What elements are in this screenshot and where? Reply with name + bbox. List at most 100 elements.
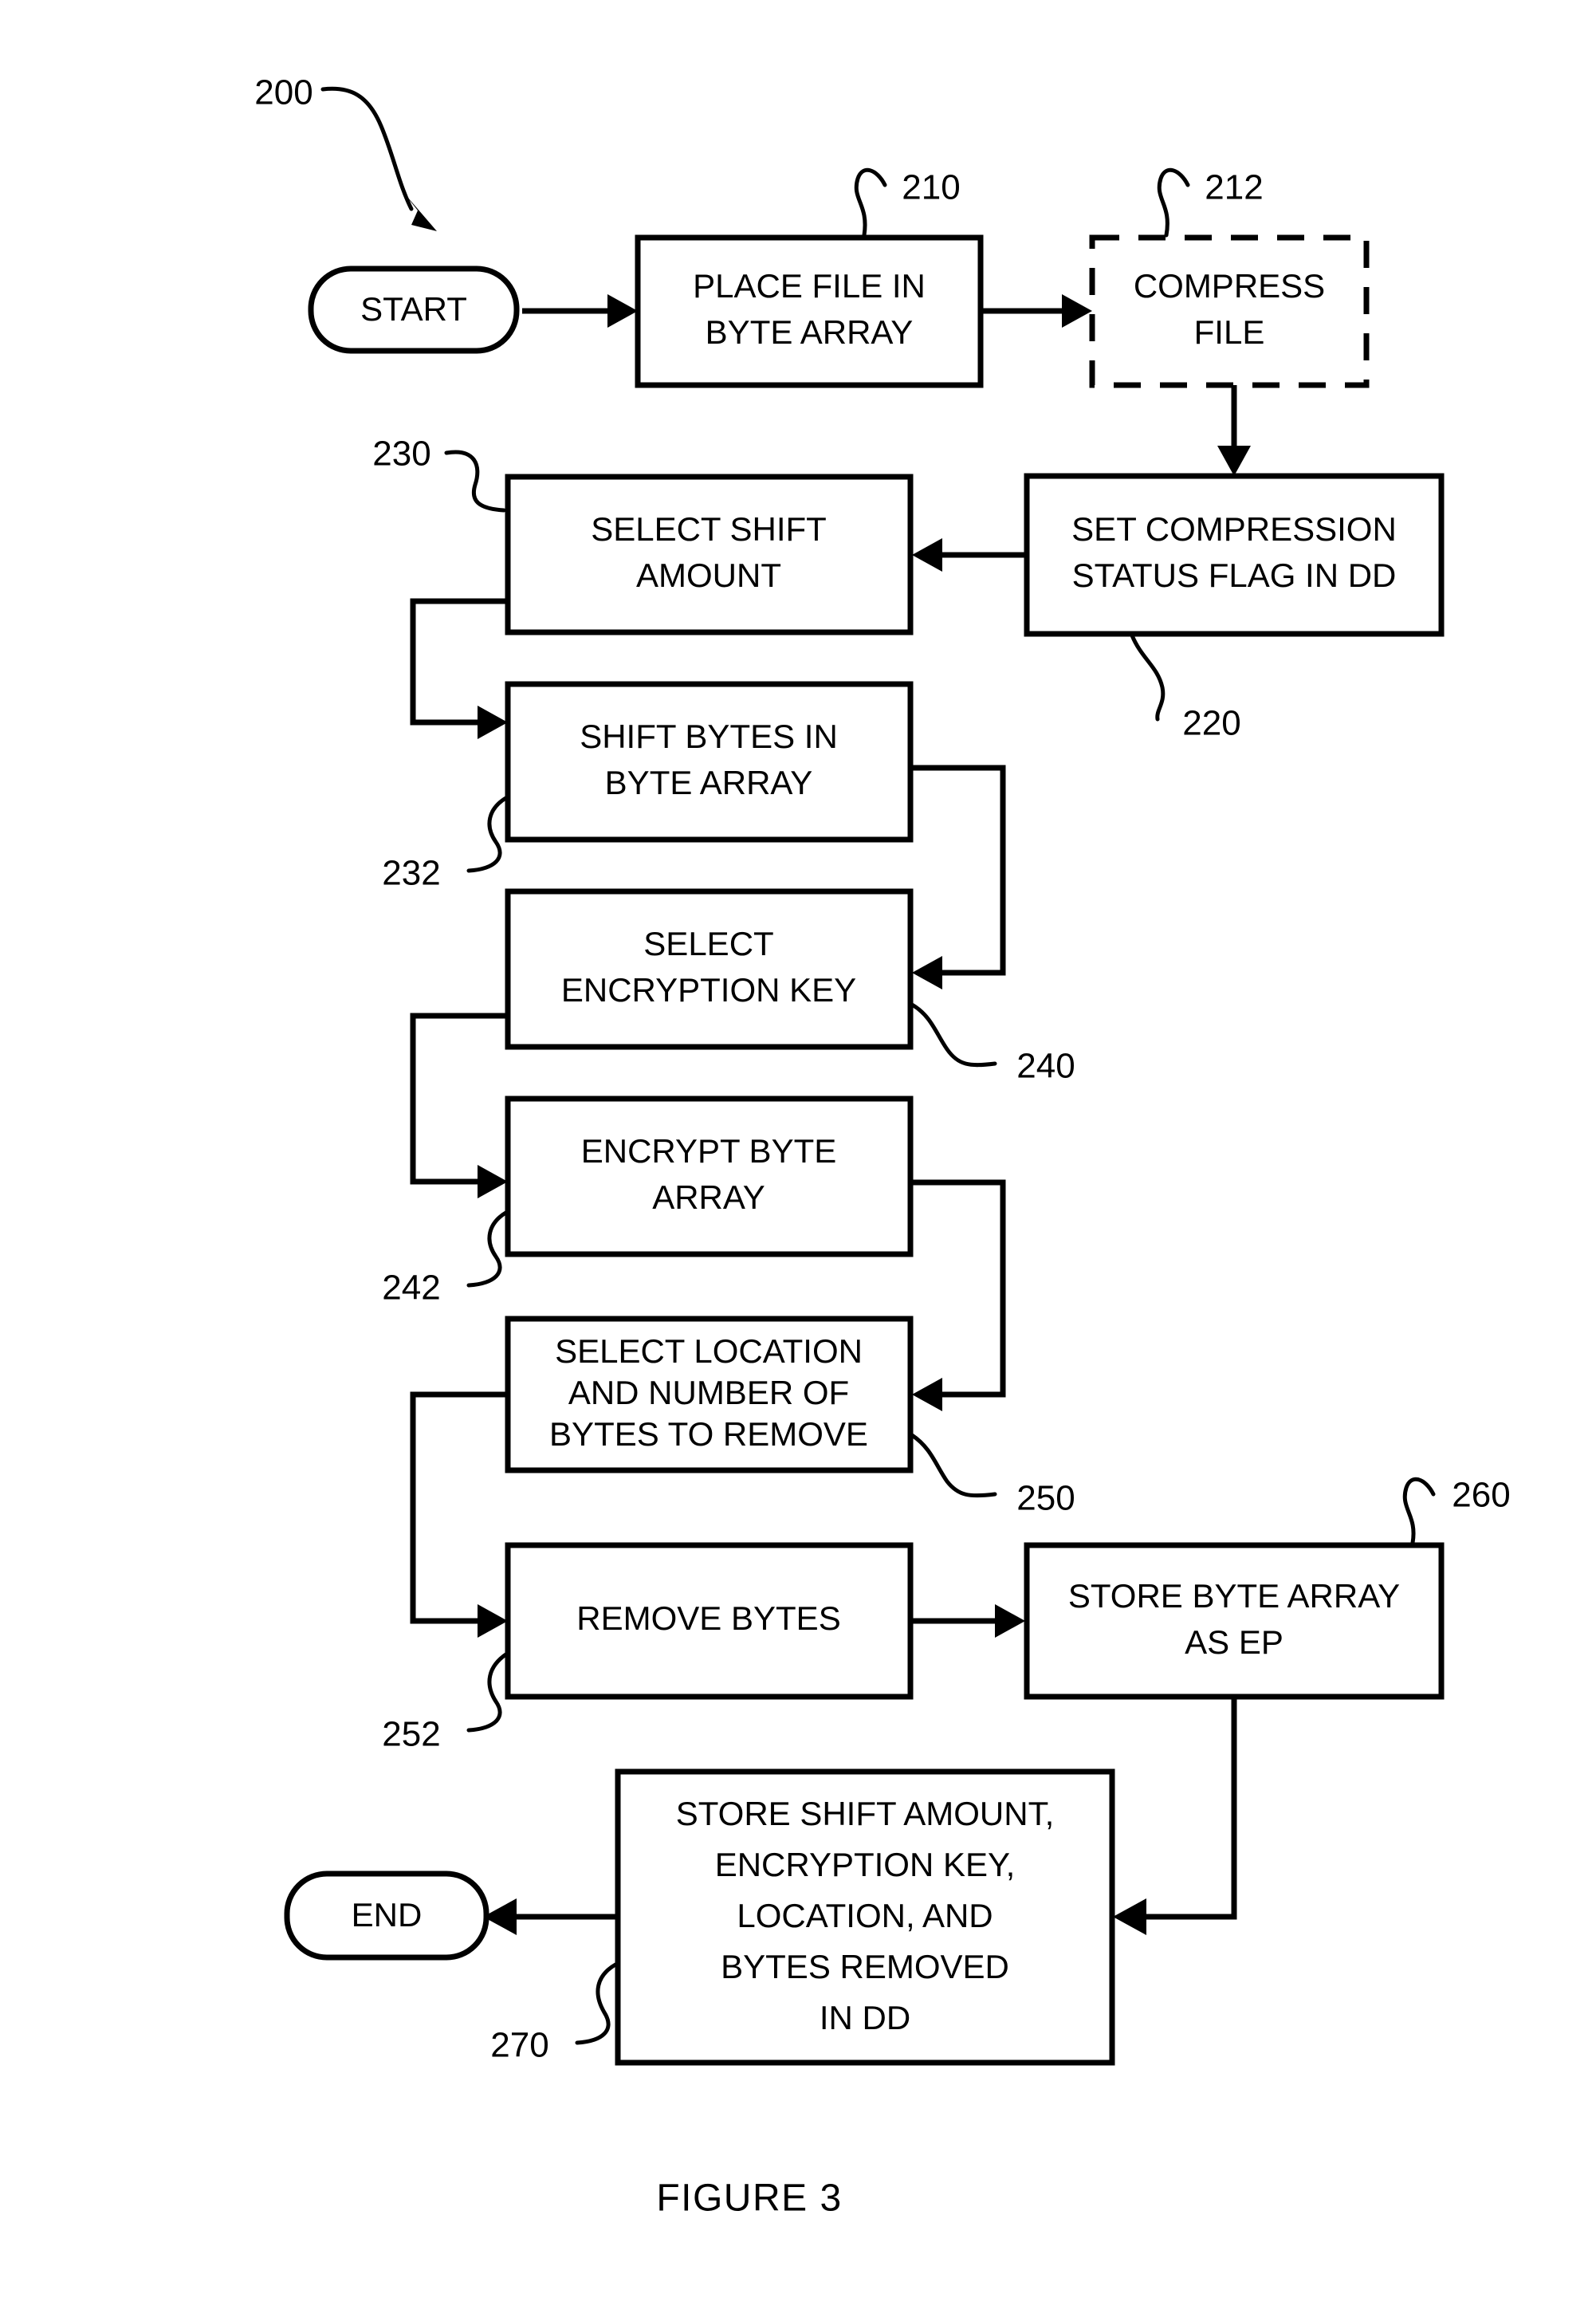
ref-220-label: 220 [1182,704,1240,743]
shift-bytes-box-shape [505,681,914,843]
ref-252-label: 252 [382,1715,440,1754]
edge-set-compression-to-select-shift [912,538,1025,572]
remove-bytes-label-line1: REMOVE BYTES [576,1599,840,1637]
ref-212-leader [1157,167,1190,238]
edge-select-key-encrypt-line [410,1013,508,1185]
edge-select-location-to-remove-bytes [410,1391,508,1638]
edge-select-location-remove-line [410,1391,508,1624]
edge-remove-bytes-to-store-ep [912,1604,1025,1638]
edge-encrypt-select-location-line [910,1179,1006,1398]
ref-242-leader-line [466,1210,509,1288]
edge-compress-file-to-set-compression [1217,385,1251,476]
place-file-label-line2: BYTE ARRAY [706,313,914,351]
node-shift-bytes-in-byte-array: SHIFT BYTES IN BYTE ARRAY [505,681,914,843]
encrypt-array-box-shape [505,1096,914,1257]
ref-200-leader-line [320,86,414,211]
ref-212-leader-line [1157,167,1190,238]
ref-230-label: 230 [372,435,430,474]
ref-250-leader-line [910,1433,997,1498]
store-dd-label-line2: ENCRYPTION KEY, [715,1846,1016,1883]
ref-220-leader-line [1130,633,1166,722]
ref-270-label: 270 [490,2026,548,2065]
select-location-label-line2: AND NUMBER OF [568,1374,849,1411]
figure-canvas: 200 START PLACE FILE IN BYTE ARRAY 210 C… [0,0,1596,2321]
ref-242-label: 242 [382,1269,440,1308]
node-encrypt-byte-array: ENCRYPT BYTE ARRAY [505,1096,914,1257]
edge-encrypt-select-location-arrow [912,1378,942,1411]
edge-store-ep-store-dd-arrow [1113,1898,1146,1935]
edge-select-key-to-encrypt-array [410,1013,508,1198]
ref-210-leader-line [854,167,887,238]
ref-260-label: 260 [1452,1476,1510,1515]
select-location-label-line3: BYTES TO REMOVE [549,1415,868,1453]
node-select-encryption-key: SELECT ENCRYPTION KEY [505,888,914,1050]
ref-252-leader [466,1651,509,1733]
edge-encrypt-array-to-select-location [910,1179,1006,1411]
select-key-label-line2: ENCRYPTION KEY [561,971,856,1009]
ref-250-label: 250 [1016,1479,1075,1518]
select-shift-box-shape [505,474,914,635]
ref-230-leader [444,450,506,513]
figure-caption: FIGURE 3 [656,2177,842,2220]
set-compression-label-line1: SET COMPRESSION [1071,510,1397,548]
ref-210-leader [854,167,887,238]
flowchart-svg: 200 START PLACE FILE IN BYTE ARRAY 210 C… [254,73,1510,2220]
edge-store-ep-store-dd-line [1142,1697,1237,1920]
set-compression-box-shape [1024,473,1445,637]
ref-212-label: 212 [1205,168,1263,207]
set-compression-label-line2: STATUS FLAG IN DD [1072,557,1397,594]
edge-store-ep-to-store-dd [1113,1697,1237,1935]
edge-remove-store-arrow [995,1604,1025,1638]
ref-232-label: 232 [382,854,440,893]
node-place-file-in-byte-array: PLACE FILE IN BYTE ARRAY [635,234,984,388]
diagram-ref-200-leader [320,86,437,231]
ref-240-label: 240 [1016,1047,1075,1086]
store-ep-label-line1: STORE BYTE ARRAY [1068,1577,1400,1615]
node-start: START [308,266,520,354]
edge-select-key-encrypt-arrow [478,1165,508,1198]
node-store-byte-array-as-ep: STORE BYTE ARRAY AS EP [1024,1542,1445,1700]
shift-bytes-label-line1: SHIFT BYTES IN [580,718,838,755]
compress-file-label-line2: FILE [1194,313,1265,351]
edge-compress-set-arrow [1217,446,1251,476]
ref-260-leader [1402,1477,1436,1545]
select-shift-label-line2: AMOUNT [636,557,781,594]
end-label: END [352,1896,423,1934]
node-store-details-in-dd: STORE SHIFT AMOUNT, ENCRYPTION KEY, LOCA… [615,1768,1115,2066]
edge-shift-bytes-to-select-key [910,765,1006,989]
node-select-location-and-bytes: SELECT LOCATION AND NUMBER OF BYTES TO R… [505,1316,914,1473]
ref-232-leader [466,795,509,873]
ref-220-leader [1130,633,1166,722]
node-select-shift-amount: SELECT SHIFT AMOUNT [505,474,914,635]
store-ep-box-shape [1024,1542,1445,1700]
encrypt-array-label-line2: ARRAY [652,1178,765,1216]
edge-shift-bytes-select-key-arrow [912,956,942,989]
compress-file-label-line1: COMPRESS [1134,267,1325,305]
edge-select-location-remove-arrow [478,1604,508,1638]
ref-270-leader-line [575,1962,618,2045]
node-compress-file: COMPRESS FILE [1089,234,1370,388]
ref-242-leader [466,1210,509,1288]
ref-232-leader-line [466,795,509,873]
select-shift-label-line1: SELECT SHIFT [591,510,827,548]
shift-bytes-label-line2: BYTE ARRAY [605,764,813,801]
edge-set-select-shift-arrow [912,538,942,572]
ref-240-leader-line [910,1002,997,1068]
edge-start-place-arrow [607,294,638,328]
store-dd-label-line3: LOCATION, AND [737,1897,993,1934]
ref-240-leader [910,1002,997,1068]
node-end: END [284,1871,489,1961]
diagram-ref-200-label: 200 [254,73,313,112]
compress-file-box-shape [1089,234,1370,388]
node-remove-bytes: REMOVE BYTES [505,1542,914,1700]
edge-store-dd-to-end [483,1898,616,1935]
store-dd-label-line1: STORE SHIFT AMOUNT, [676,1795,1055,1832]
edge-place-file-to-compress-file [982,294,1092,328]
start-label: START [360,290,467,328]
select-key-box-shape [505,888,914,1050]
ref-252-leader-line [466,1651,509,1733]
edge-select-shift-to-shift-bytes [410,598,508,739]
edge-place-compress-arrow [1062,294,1092,328]
node-set-compression-status-flag: SET COMPRESSION STATUS FLAG IN DD [1024,473,1445,637]
edge-shift-bytes-select-key-line [910,765,1006,976]
